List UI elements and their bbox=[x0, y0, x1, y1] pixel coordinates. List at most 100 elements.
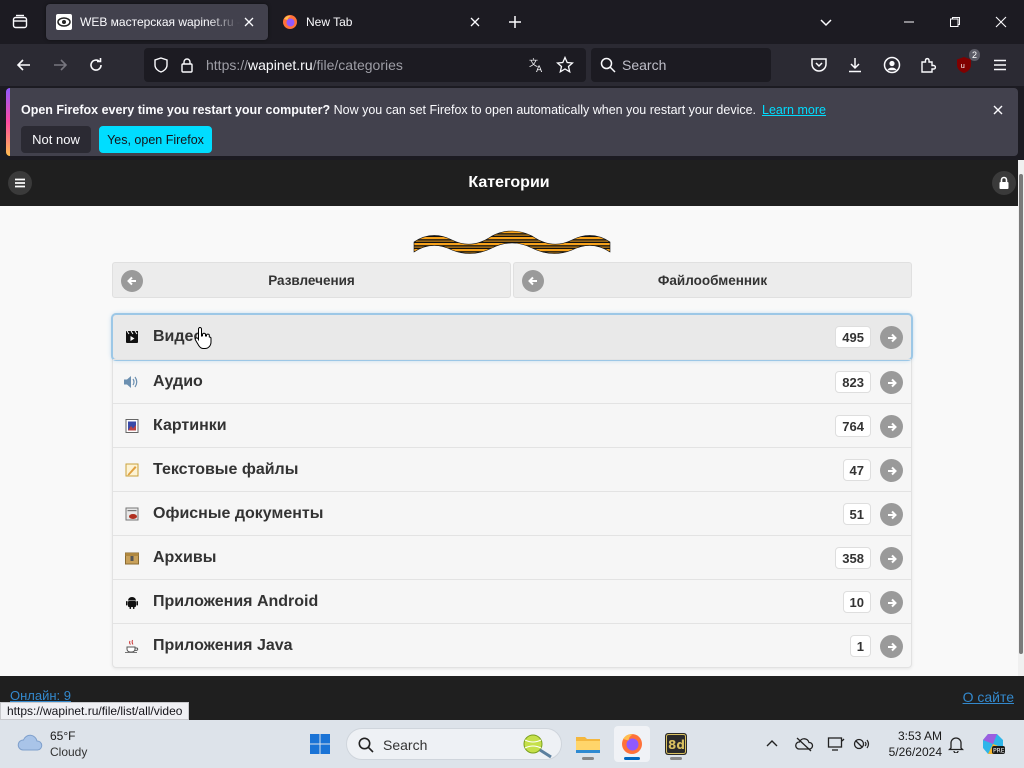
display-icon[interactable] bbox=[826, 734, 846, 754]
system-clock[interactable]: 3:53 AM 5/26/2024 bbox=[880, 728, 942, 760]
file-explorer-icon[interactable] bbox=[570, 726, 606, 762]
ublock-extension-icon[interactable]: u 2 bbox=[950, 49, 980, 79]
status-url-tooltip: https://wapinet.ru/file/list/all/video bbox=[0, 702, 190, 720]
new-tab-plus-icon[interactable] bbox=[503, 10, 527, 34]
svg-text:u: u bbox=[961, 62, 965, 70]
category-row-archives[interactable]: Архивы 358 bbox=[113, 535, 911, 579]
address-bar[interactable]: https://wapinet.ru/file/categories 文A bbox=[144, 48, 586, 82]
category-neighbors-nav: Развлечения Файлообменник bbox=[112, 262, 912, 298]
about-site-link[interactable]: О сайте bbox=[963, 689, 1014, 705]
category-row-java-apps[interactable]: Приложения Java 1 bbox=[113, 623, 911, 667]
category-count-badge: 495 bbox=[835, 326, 871, 348]
learn-more-link[interactable]: Learn more bbox=[762, 103, 826, 117]
tab-title: New Tab bbox=[306, 15, 353, 29]
page-scrollbar[interactable] bbox=[1018, 160, 1024, 676]
category-row-office-documents[interactable]: Офисные документы 51 bbox=[113, 491, 911, 535]
tracking-protection-shield-icon[interactable] bbox=[152, 56, 170, 74]
bookmark-star-icon[interactable] bbox=[556, 56, 574, 74]
downloads-icon[interactable] bbox=[841, 51, 869, 79]
running-indicator bbox=[670, 757, 682, 760]
url-text[interactable]: https://wapinet.ru/file/categories bbox=[206, 57, 403, 73]
translate-icon[interactable]: 文A bbox=[528, 56, 546, 74]
category-count-badge: 51 bbox=[842, 503, 871, 525]
hamburger-menu-icon[interactable] bbox=[986, 51, 1014, 79]
category-count-badge: 358 bbox=[835, 547, 871, 569]
category-row-text-files[interactable]: Текстовые файлы 47 bbox=[113, 447, 911, 491]
category-row-video[interactable]: Видео 495 bbox=[113, 315, 911, 359]
list-all-tabs-chevron-down-icon[interactable] bbox=[814, 10, 838, 34]
tab-wapinet[interactable]: WEB мастерская wapinet.ru - Ka bbox=[46, 4, 268, 40]
pocket-icon[interactable] bbox=[805, 51, 833, 79]
svg-text:PRE: PRE bbox=[993, 748, 1005, 755]
default-browser-notification: Open Firefox every time you restart your… bbox=[6, 88, 1018, 156]
search-highlight-tennis-icon bbox=[519, 731, 555, 759]
arrow-right-icon bbox=[880, 459, 903, 482]
close-notification-icon[interactable] bbox=[990, 102, 1006, 118]
weather-temperature: 65°F bbox=[50, 729, 76, 743]
speaker-icon bbox=[123, 373, 141, 391]
restore-window-icon[interactable] bbox=[932, 0, 978, 44]
wapinet-favicon-icon bbox=[56, 14, 72, 30]
windows-start-icon[interactable] bbox=[302, 726, 338, 762]
minimize-window-icon[interactable] bbox=[886, 0, 932, 44]
reload-icon[interactable] bbox=[82, 51, 110, 79]
tab-new-tab[interactable]: New Tab bbox=[272, 4, 494, 40]
notification-bell-icon[interactable] bbox=[946, 734, 966, 754]
category-count-badge: 10 bbox=[842, 591, 871, 613]
back-arrow-icon[interactable] bbox=[10, 51, 38, 79]
close-tab-icon[interactable] bbox=[240, 13, 258, 31]
category-label: Офисные документы bbox=[153, 505, 324, 522]
category-label: Аудио bbox=[153, 373, 203, 390]
category-list: Видео 495 Аудио 823 Картинки 764 Текстов… bbox=[112, 314, 912, 668]
hand-cursor-icon bbox=[194, 326, 212, 350]
arrow-right-icon bbox=[880, 503, 903, 526]
category-row-pictures[interactable]: Картинки 764 bbox=[113, 403, 911, 447]
category-count-badge: 823 bbox=[835, 371, 871, 393]
scrollbar-thumb[interactable] bbox=[1019, 174, 1023, 654]
onedrive-offline-icon[interactable] bbox=[794, 734, 814, 754]
st-george-ribbon-icon bbox=[412, 226, 612, 258]
close-window-icon[interactable] bbox=[978, 0, 1024, 44]
taskbar-search-box[interactable]: Search bbox=[346, 728, 562, 760]
search-bar[interactable]: Search bbox=[591, 48, 771, 82]
notification-message: Open Firefox every time you restart your… bbox=[21, 103, 826, 117]
not-now-button[interactable]: Not now bbox=[21, 126, 91, 153]
cloudy-weather-icon bbox=[16, 732, 44, 754]
tab-list-icon[interactable] bbox=[8, 10, 32, 34]
category-label: Приложения Android bbox=[153, 593, 319, 610]
next-category-label: Файлообменник bbox=[657, 272, 768, 288]
category-count-badge: 47 bbox=[842, 459, 871, 481]
site-header: Категории bbox=[0, 160, 1018, 206]
firefox-icon bbox=[282, 14, 298, 30]
search-icon bbox=[599, 56, 617, 74]
online-users-link[interactable]: Онлайн: 9 bbox=[10, 688, 71, 703]
login-lock-icon[interactable] bbox=[992, 171, 1016, 195]
category-row-android-apps[interactable]: Приложения Android 10 bbox=[113, 579, 911, 623]
category-label: Архивы bbox=[153, 549, 217, 566]
forward-arrow-icon[interactable] bbox=[46, 51, 74, 79]
category-count-badge: 764 bbox=[835, 415, 871, 437]
extensions-puzzle-icon[interactable] bbox=[914, 51, 942, 79]
close-tab-icon[interactable] bbox=[466, 13, 484, 31]
arrow-right-icon bbox=[880, 591, 903, 614]
prev-category-link[interactable]: Развлечения bbox=[112, 262, 511, 298]
copilot-icon[interactable]: PRE bbox=[980, 731, 1006, 757]
taskbar-search-placeholder: Search bbox=[383, 737, 428, 753]
arrow-right-icon bbox=[880, 635, 903, 658]
arrow-left-icon bbox=[522, 270, 544, 292]
next-category-link[interactable]: Файлообменник bbox=[513, 262, 912, 298]
network-volume-icon[interactable] bbox=[852, 734, 872, 754]
account-icon[interactable] bbox=[878, 51, 906, 79]
padlock-icon[interactable] bbox=[178, 56, 196, 74]
category-row-audio[interactable]: Аудио 823 bbox=[113, 359, 911, 403]
video-icon bbox=[123, 328, 141, 346]
yes-open-firefox-button[interactable]: Yes, open Firefox bbox=[99, 126, 212, 153]
firefox-taskbar-icon[interactable] bbox=[614, 726, 650, 762]
app-8d-icon[interactable]: 8d bbox=[658, 726, 694, 762]
search-placeholder: Search bbox=[622, 57, 667, 73]
arrow-left-icon bbox=[121, 270, 143, 292]
chevron-up-icon[interactable] bbox=[762, 734, 782, 754]
weather-widget[interactable]: 65°F Cloudy bbox=[16, 728, 126, 760]
navigation-toolbar: https://wapinet.ru/file/categories 文A Se… bbox=[0, 44, 1024, 86]
category-count-badge: 1 bbox=[849, 635, 871, 657]
